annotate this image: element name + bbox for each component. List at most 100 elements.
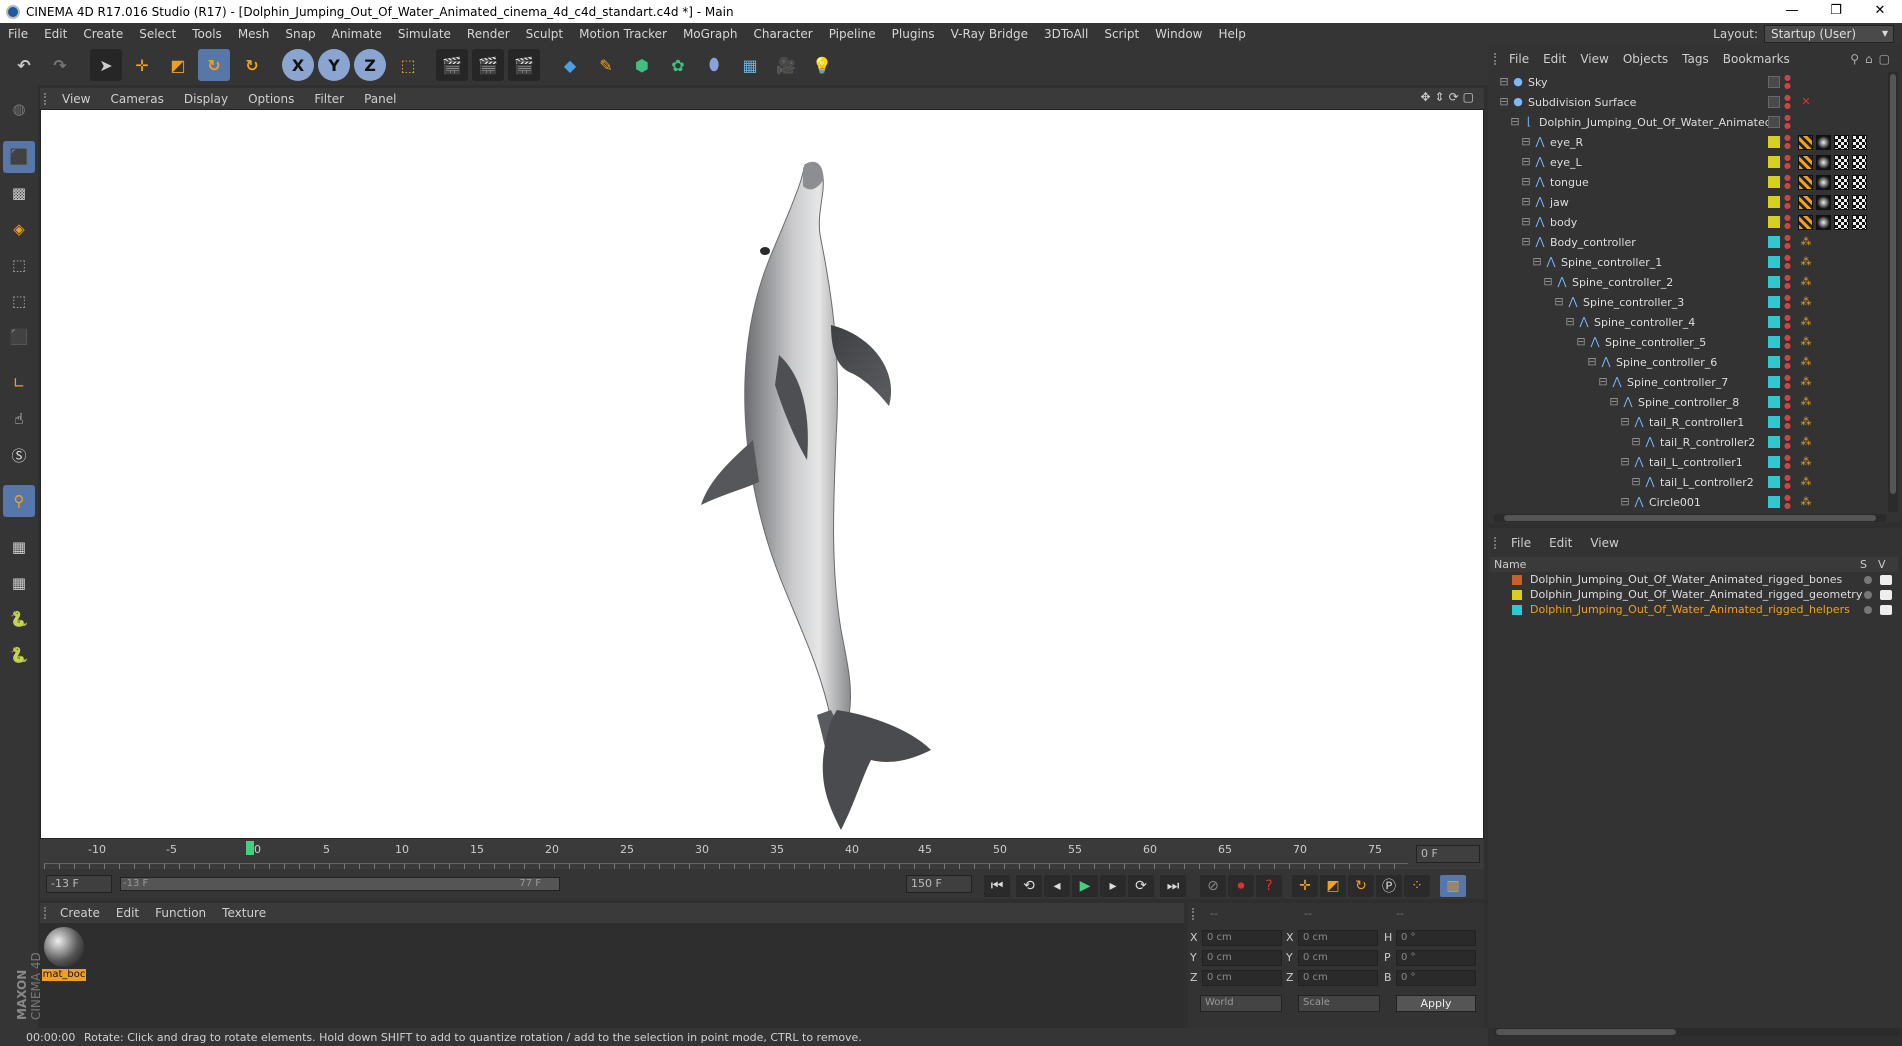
visibility-eye-icon[interactable] [1880, 605, 1892, 615]
object-menu-objects[interactable]: Objects [1616, 52, 1675, 66]
object-row[interactable]: ⊟ ⋀ eye_L ● ● [1494, 153, 1886, 173]
layer-color-swatch[interactable] [1512, 575, 1522, 585]
menu-create[interactable]: Create [75, 27, 131, 41]
object-menu-view[interactable]: View [1573, 52, 1615, 66]
key-position-icon[interactable]: ✛ [1292, 875, 1318, 897]
current-frame-field[interactable]: 0 F [1416, 845, 1480, 863]
prev-key-icon[interactable]: ⟲ [1016, 875, 1042, 897]
menu-file[interactable]: File [0, 27, 36, 41]
object-row[interactable]: ⊟ ⋀ Body_controller ● ● ⁂ [1494, 233, 1886, 253]
object-row[interactable]: ⊟ ● Sky ● ● [1494, 73, 1886, 93]
expand-toggle-icon[interactable]: ⊟ [1520, 176, 1532, 188]
ik-tag-icon[interactable]: ⁂ [1800, 416, 1812, 428]
layer-color-swatch[interactable] [1768, 156, 1780, 168]
expand-toggle-icon[interactable]: ⊟ [1619, 496, 1631, 508]
menu-script[interactable]: Script [1096, 27, 1147, 41]
visibility-dots-icon[interactable]: ● ● [1784, 254, 1791, 270]
ik-tag-icon[interactable]: ⁂ [1800, 336, 1812, 348]
object-row[interactable]: ⊟ ⋀ Spine_controller_7 ● ● ⁂ [1494, 373, 1886, 393]
expand-toggle-icon[interactable]: ⊟ [1553, 296, 1565, 308]
ik-tag-icon[interactable]: ⁂ [1800, 256, 1812, 268]
layer-h-scrollbar[interactable] [1494, 1028, 1898, 1036]
visibility-dots-icon[interactable]: ● ● [1784, 274, 1791, 290]
object-name[interactable]: body [1550, 216, 1577, 229]
visibility-eye-icon[interactable] [1880, 575, 1892, 585]
undo-icon[interactable]: ↶ [8, 49, 40, 81]
object-row[interactable]: ⊟ ⋀ Circle001 ● ● ⁂ [1494, 493, 1886, 513]
object-row[interactable]: ⊟ ⋀ Spine_controller_2 ● ● ⁂ [1494, 273, 1886, 293]
select-arrow-icon[interactable]: ➤ [90, 49, 122, 81]
menu-motion-tracker[interactable]: Motion Tracker [571, 27, 675, 41]
menu-pipeline[interactable]: Pipeline [821, 27, 884, 41]
ik-tag-icon[interactable]: ⁂ [1800, 236, 1812, 248]
material-swatch[interactable]: mat_boc [42, 927, 86, 983]
layer-color-swatch[interactable] [1768, 436, 1780, 448]
material-menu-function[interactable]: Function [147, 906, 214, 920]
workplane-mode-icon[interactable]: ◈ [3, 213, 35, 245]
visibility-dots-icon[interactable]: ● ● [1784, 74, 1791, 90]
viewport-menu-view[interactable]: View [52, 92, 100, 106]
layer-color-swatch[interactable] [1768, 496, 1780, 508]
playhead[interactable] [246, 841, 254, 855]
size-x-field[interactable]: 0 cm [1298, 930, 1378, 946]
light-icon[interactable]: 💡 [806, 49, 838, 81]
ik-tag-icon[interactable]: ⁂ [1800, 376, 1812, 388]
ik-tag-icon[interactable]: ⁂ [1800, 316, 1812, 328]
next-frame-icon[interactable]: ▸ [1100, 875, 1126, 897]
render-view-icon[interactable]: 🎬 [436, 49, 468, 81]
skin-tag-icon[interactable] [1798, 155, 1813, 170]
visibility-dots-icon[interactable]: ● ● [1784, 134, 1791, 150]
disabled-generator-icon[interactable]: ✕ [1800, 96, 1812, 108]
menu-tools[interactable]: Tools [184, 27, 230, 41]
skin-tag-icon[interactable] [1798, 215, 1813, 230]
coordinate-system-icon[interactable]: ⬚ [392, 49, 424, 81]
expand-toggle-icon[interactable]: ⊟ [1630, 436, 1642, 448]
3d-viewport[interactable] [40, 109, 1484, 839]
material-menu-texture[interactable]: Texture [214, 906, 274, 920]
material-tag-icon[interactable] [1816, 175, 1831, 190]
layer-color-swatch[interactable] [1768, 416, 1780, 428]
layer-color-swatch[interactable] [1768, 76, 1780, 88]
menu-animate[interactable]: Animate [324, 27, 390, 41]
texture-mode-icon[interactable]: ▩ [3, 177, 35, 209]
key-pla-icon[interactable]: ⁘ [1404, 875, 1430, 897]
object-h-scrollbar[interactable] [1494, 514, 1886, 522]
pos-x-field[interactable]: 0 cm [1202, 930, 1282, 946]
visibility-dots-icon[interactable]: ● ● [1784, 234, 1791, 250]
visibility-dots-icon[interactable]: ● ● [1784, 94, 1791, 110]
object-menu-bookmarks[interactable]: Bookmarks [1716, 52, 1797, 66]
viewport-menu-display[interactable]: Display [174, 92, 238, 106]
coord-mode-dropdown[interactable]: World [1200, 995, 1282, 1012]
object-name[interactable]: tail_R_controller1 [1649, 416, 1744, 429]
layer-name[interactable]: Dolphin_Jumping_Out_Of_Water_Animated_ri… [1530, 603, 1850, 616]
python-script-icon[interactable]: 🐍 [3, 603, 35, 635]
object-name[interactable]: jaw [1550, 196, 1569, 209]
rotate-icon[interactable]: ↻ [198, 49, 230, 81]
object-name[interactable]: Spine_controller_3 [1583, 296, 1684, 309]
render-settings-icon[interactable]: 🎬 [508, 49, 540, 81]
object-menu-edit[interactable]: Edit [1536, 52, 1573, 66]
menu-mesh[interactable]: Mesh [230, 27, 278, 41]
ik-tag-icon[interactable]: ⁂ [1800, 356, 1812, 368]
x-axis-icon[interactable]: X [282, 49, 314, 81]
expand-toggle-icon[interactable]: ⊟ [1608, 396, 1620, 408]
object-name[interactable]: Spine_controller_1 [1561, 256, 1662, 269]
restore-button[interactable]: ❐ [1814, 0, 1858, 23]
goto-start-icon[interactable]: ⏮ [984, 875, 1010, 897]
end-frame-field[interactable]: 150 F [906, 875, 972, 893]
expand-toggle-icon[interactable]: ⊟ [1520, 216, 1532, 228]
object-row[interactable]: ⊟ ⋀ Spine_controller_4 ● ● ⁂ [1494, 313, 1886, 333]
object-row[interactable]: ⊟ ⋀ tail_L_controller2 ● ● ⁂ [1494, 473, 1886, 493]
texture-tag-icon[interactable] [1852, 175, 1867, 190]
object-row[interactable]: ⊟ ⋀ eye_R ● ● [1494, 133, 1886, 153]
object-row[interactable]: ⊟ ⋀ Spine_controller_3 ● ● ⁂ [1494, 293, 1886, 313]
layer-color-swatch[interactable] [1768, 456, 1780, 468]
expand-toggle-icon[interactable]: ⊟ [1630, 476, 1642, 488]
start-frame-field[interactable]: -13 F [46, 875, 112, 893]
menu-character[interactable]: Character [745, 27, 820, 41]
object-name[interactable]: tail_L_controller1 [1649, 456, 1743, 469]
object-scrollbar[interactable] [1888, 72, 1898, 512]
object-name[interactable]: Spine_controller_5 [1605, 336, 1706, 349]
object-name[interactable]: Subdivision Surface [1528, 96, 1636, 109]
texture-tag-icon[interactable] [1834, 215, 1849, 230]
